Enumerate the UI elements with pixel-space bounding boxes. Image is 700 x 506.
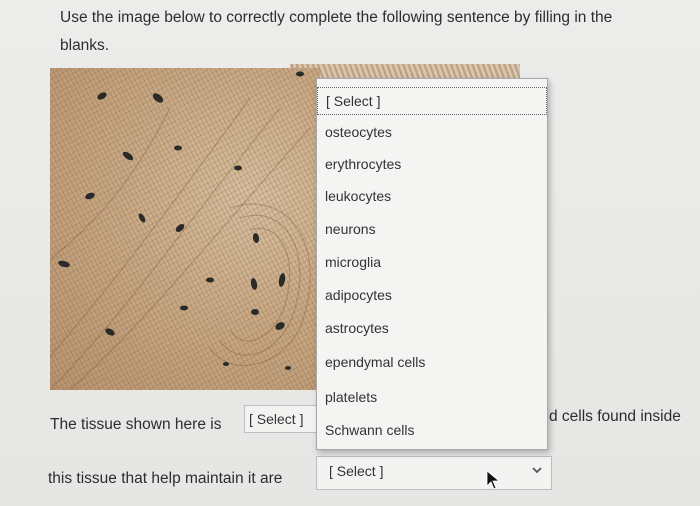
dropdown-option-neurons[interactable]: neurons [317, 216, 547, 244]
sentence-part-3: this tissue that help maintain it are [48, 470, 283, 487]
blank-2-select-value: [ Select ] [329, 463, 384, 479]
tissue-nuclei [50, 71, 311, 390]
dropdown-option-osteocytes[interactable]: osteocytes [317, 119, 547, 147]
question-line-2: blanks. [60, 37, 110, 54]
dropdown-option-leukocytes[interactable]: leukocytes [317, 183, 547, 211]
dropdown-option-select[interactable]: [ Select ] [317, 87, 547, 115]
dropdown-option-microglia[interactable]: microglia [317, 249, 547, 277]
sentence-part-1: The tissue shown here is [50, 416, 222, 433]
question-text: Use the image below to correctly complet… [60, 4, 670, 60]
tissue-micrograph-image [50, 68, 320, 390]
blank-2-select[interactable]: [ Select ] [316, 456, 552, 490]
blank-1-select[interactable]: [ Select ] [244, 405, 318, 433]
blank-1-select-value: [ Select ] [249, 411, 304, 427]
chevron-down-icon[interactable] [531, 464, 543, 476]
dropdown-option-platelets[interactable]: platelets [317, 384, 547, 412]
dropdown-option-ependymal-cells[interactable]: ependymal cells [317, 349, 547, 377]
dropdown-option-erythrocytes[interactable]: erythrocytes [317, 151, 547, 179]
dropdown-option-adipocytes[interactable]: adipocytes [317, 282, 547, 310]
quiz-page: Use the image below to correctly complet… [0, 0, 700, 506]
blank-2-dropdown-list[interactable]: [ Select ] osteocytes erythrocytes leuko… [316, 78, 548, 450]
sentence-part-2-fragment: d cells found inside [549, 408, 681, 425]
question-line-1: Use the image below to correctly complet… [60, 9, 613, 26]
dropdown-option-astrocytes[interactable]: astrocytes [317, 315, 547, 343]
tissue-image-top-strip [290, 64, 520, 78]
mouse-cursor-icon [486, 470, 500, 490]
dropdown-option-schwann-cells[interactable]: Schwann cells [317, 417, 547, 445]
